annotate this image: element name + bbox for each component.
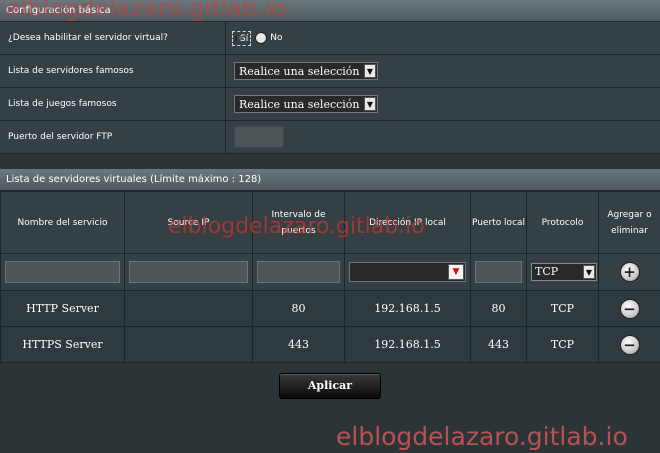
chevron-down-icon[interactable]: ▼ [364, 64, 376, 78]
local-port-cell: 80 [470, 290, 527, 327]
column-header-protocol: Protocolo [526, 191, 599, 254]
basic-config-header: Configuración básica [0, 0, 660, 22]
virtual-servers-table: Nombre del servicio Source IP Intervalo … [0, 191, 660, 363]
famous-games-select[interactable]: Realice una selección ▼ [234, 95, 378, 113]
new-entry-row: ▼ TCP ▼ + [0, 253, 660, 291]
famous-games-label: Lista de juegos famosos [0, 88, 226, 120]
port-range-input[interactable] [257, 261, 340, 283]
famous-servers-row: Lista de servidores famosos Realice una … [0, 55, 660, 88]
remove-icon[interactable]: − [619, 334, 640, 355]
local-ip-cell: 192.168.1.5 [344, 290, 471, 327]
radio-yes[interactable] [235, 31, 237, 45]
radio-no-label: No [270, 33, 283, 43]
local-ip-combo[interactable]: ▼ [349, 262, 466, 282]
port-range-cell: 80 [252, 290, 345, 327]
column-header-add-remove: Agregar o eliminar [598, 191, 660, 254]
chevron-down-icon[interactable]: ▼ [583, 265, 595, 279]
column-header-local-ip: Dirección IP local [344, 191, 471, 254]
table-row: HTTPS Server 443 192.168.1.5 443 TCP − [0, 326, 660, 363]
local-port-input[interactable] [475, 261, 522, 283]
ftp-port-row: Puerto del servidor FTP [0, 121, 660, 154]
radio-yes-option[interactable]: Sí [231, 30, 252, 46]
source-ip-cell [124, 290, 253, 327]
basic-config-section: Configuración básica ¿Desea habilitar el… [0, 0, 660, 154]
watermark-bottom: elblogdelazaro.gitlab.io [336, 422, 628, 451]
radio-no-option[interactable]: No [255, 32, 282, 44]
apply-button[interactable]: Aplicar [279, 373, 381, 399]
enable-virtual-server-row: ¿Desea habilitar el servidor virtual? Sí… [0, 22, 660, 55]
famous-games-row: Lista de juegos famosos Realice una sele… [0, 88, 660, 121]
famous-servers-select[interactable]: Realice una selección ▼ [234, 62, 378, 80]
service-name-cell: HTTPS Server [0, 326, 125, 363]
local-ip-cell: 192.168.1.5 [344, 326, 471, 363]
protocol-select[interactable]: TCP ▼ [531, 263, 597, 281]
radio-no[interactable] [255, 32, 268, 44]
add-icon[interactable]: + [619, 262, 640, 282]
port-range-cell: 443 [252, 326, 345, 363]
enable-virtual-server-label: ¿Desea habilitar el servidor virtual? [0, 22, 226, 54]
ftp-port-input[interactable] [234, 126, 284, 148]
enable-virtual-server-control: Sí No [226, 22, 660, 54]
column-header-local-port: Puerto local [470, 191, 527, 254]
source-ip-input[interactable] [129, 261, 248, 283]
chevron-down-icon[interactable]: ▼ [448, 264, 464, 280]
protocol-cell: TCP [526, 326, 599, 363]
local-port-cell: 443 [470, 326, 527, 363]
service-name-cell: HTTP Server [0, 290, 125, 327]
famous-games-select-value: Realice una selección [239, 97, 360, 111]
column-header-port-range: Intervalo de puertos [252, 191, 345, 254]
famous-servers-label: Lista de servidores famosos [0, 55, 226, 87]
source-ip-cell [124, 326, 253, 363]
column-header-source-ip: Source IP [124, 191, 253, 254]
chevron-down-icon[interactable]: ▼ [364, 97, 376, 111]
remove-icon[interactable]: − [619, 298, 640, 319]
ftp-port-label: Puerto del servidor FTP [0, 121, 226, 153]
virtual-servers-header: Lista de servidores virtuales (Límite má… [0, 169, 660, 191]
protocol-select-value: TCP [535, 265, 559, 278]
protocol-cell: TCP [526, 290, 599, 327]
column-header-service-name: Nombre del servicio [0, 191, 125, 254]
famous-servers-select-value: Realice una selección [239, 64, 360, 78]
table-row: HTTP Server 80 192.168.1.5 80 TCP − [0, 290, 660, 327]
virtual-servers-section: Lista de servidores virtuales (Límite má… [0, 169, 660, 363]
service-name-input[interactable] [5, 261, 120, 283]
